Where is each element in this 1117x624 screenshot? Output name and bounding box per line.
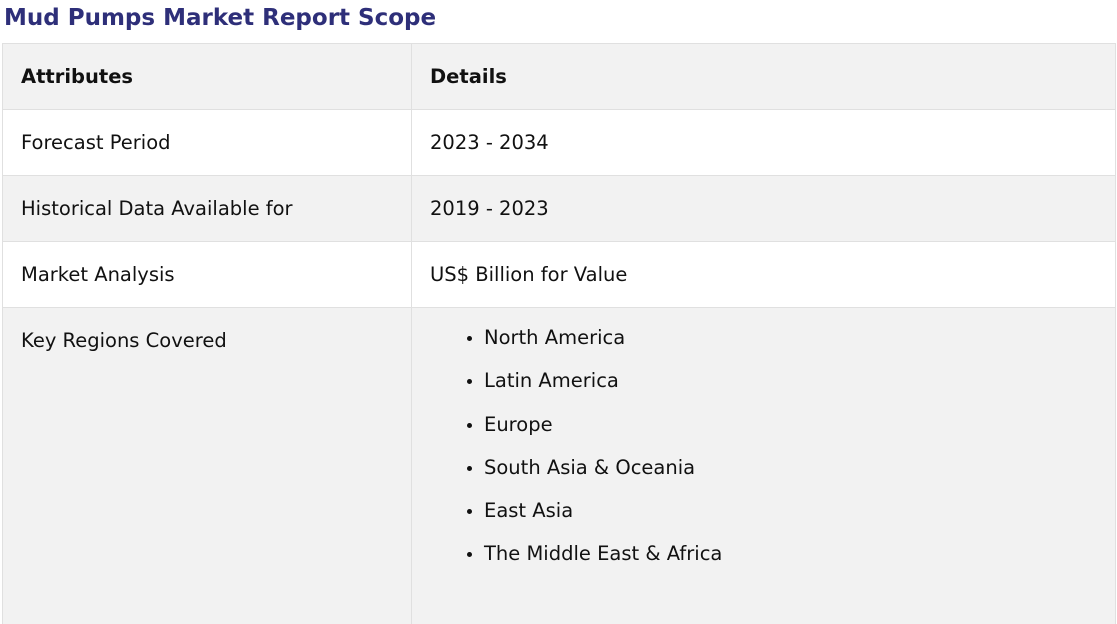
region-item: North America [484, 326, 1115, 350]
page: Mud Pumps Market Report Scope Attributes… [0, 0, 1117, 624]
table-header-row: Attributes Details [2, 43, 1116, 110]
attribute-cell: Historical Data Available for [2, 175, 412, 242]
attribute-cell: Forecast Period [2, 109, 412, 176]
page-title: Mud Pumps Market Report Scope [4, 5, 437, 31]
detail-cell: US$ Billion for Value [411, 241, 1116, 308]
table-row: Historical Data Available for 2019 - 202… [2, 175, 1116, 242]
attribute-cell: Market Analysis [2, 241, 412, 308]
column-header-details: Details [411, 43, 1116, 110]
region-item: Europe [484, 413, 1115, 437]
table-row: Market Analysis US$ Billion for Value [2, 241, 1116, 308]
detail-cell: 2023 - 2034 [411, 109, 1116, 176]
detail-cell-regions: North America Latin America Europe South… [411, 307, 1116, 624]
region-list: North America Latin America Europe South… [430, 326, 1115, 566]
region-item: The Middle East & Africa [484, 542, 1115, 566]
table-row: Forecast Period 2023 - 2034 [2, 109, 1116, 176]
region-item: Latin America [484, 369, 1115, 393]
column-header-attributes: Attributes [2, 43, 412, 110]
region-item: East Asia [484, 499, 1115, 523]
table-row-regions: Key Regions Covered North America Latin … [2, 307, 1116, 624]
attribute-cell: Key Regions Covered [2, 307, 412, 624]
report-scope-table: Attributes Details Forecast Period 2023 … [2, 43, 1116, 624]
region-item: South Asia & Oceania [484, 456, 1115, 480]
detail-cell: 2019 - 2023 [411, 175, 1116, 242]
